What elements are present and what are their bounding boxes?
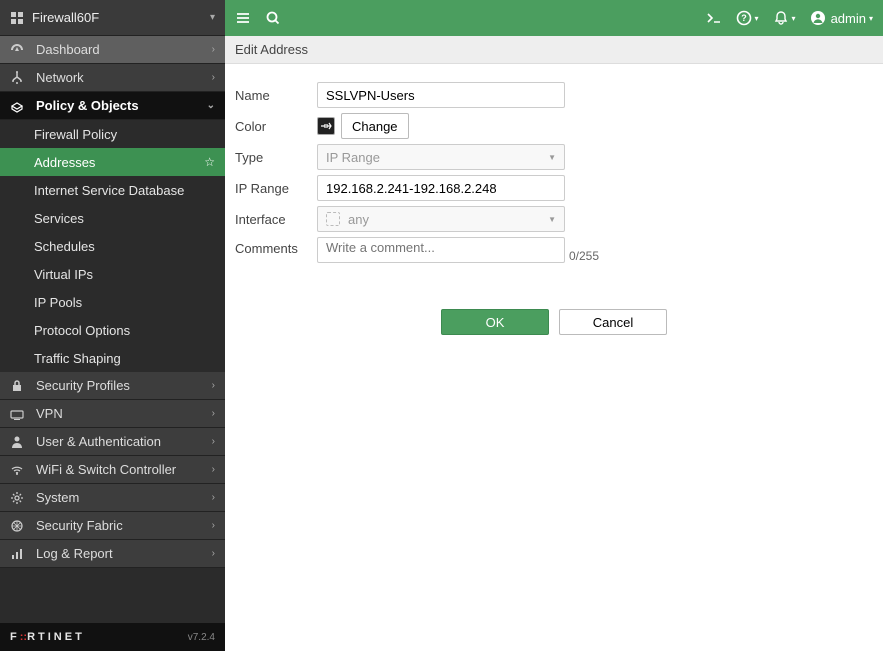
sidebar-sub-isdb[interactable]: Internet Service Database (0, 176, 225, 204)
device-name: Firewall60F (32, 10, 210, 25)
color-label: Color (235, 119, 317, 134)
gear-icon (10, 491, 28, 505)
brand-logo: F::RTINET (10, 631, 85, 643)
sidebar-item-security-fabric[interactable]: Security Fabric › (0, 512, 225, 540)
sidebar-sub-ip-pools[interactable]: IP Pools (0, 288, 225, 316)
page-title: Edit Address (225, 36, 883, 64)
sidebar-sub-services[interactable]: Services (0, 204, 225, 232)
name-label: Name (235, 88, 317, 103)
sidebar-item-log-report[interactable]: Log & Report › (0, 540, 225, 568)
help-icon[interactable]: ? ▾ (736, 10, 759, 26)
search-icon[interactable] (265, 10, 281, 26)
lock-icon (10, 379, 28, 393)
sidebar-sub-virtual-ips[interactable]: Virtual IPs (0, 260, 225, 288)
chevron-right-icon: › (212, 44, 215, 55)
chevron-right-icon: › (212, 436, 215, 447)
topbar: ? ▾ ▾ admin ▾ (225, 0, 883, 36)
iprange-label: IP Range (235, 181, 317, 196)
chevron-down-icon: ⌄ (207, 100, 215, 111)
sidebar-item-system[interactable]: System › (0, 484, 225, 512)
sidebar-item-wifi[interactable]: WiFi & Switch Controller › (0, 456, 225, 484)
sidebar-item-vpn[interactable]: VPN › (0, 400, 225, 428)
wifi-icon (10, 463, 28, 477)
cli-icon[interactable] (706, 10, 722, 26)
sidebar: Firewall60F ▾ Dashboard › Network › Poli… (0, 0, 225, 651)
interface-label: Interface (235, 212, 317, 227)
comments-counter: 0/255 (569, 249, 599, 263)
sidebar-item-network[interactable]: Network › (0, 64, 225, 92)
caret-down-icon: ▾ (792, 14, 796, 23)
sidebar-sub-protocol-options[interactable]: Protocol Options (0, 316, 225, 344)
chevron-right-icon: › (212, 464, 215, 475)
device-selector[interactable]: Firewall60F ▾ (0, 0, 225, 36)
chevron-right-icon: › (212, 548, 215, 559)
cancel-button[interactable]: Cancel (559, 309, 667, 335)
color-swatch (317, 117, 335, 135)
type-label: Type (235, 150, 317, 165)
change-color-button[interactable]: Change (341, 113, 409, 139)
form-content: Name Color Change Type IP Range ▼ IP Ran… (225, 64, 883, 353)
chevron-right-icon: › (212, 492, 215, 503)
admin-menu[interactable]: admin ▾ (810, 10, 873, 26)
type-select[interactable]: IP Range ▼ (317, 144, 565, 170)
star-icon: ☆ (204, 155, 215, 169)
report-icon (10, 547, 28, 561)
menu-icon[interactable] (235, 10, 251, 26)
policy-icon (10, 99, 28, 113)
sidebar-item-dashboard[interactable]: Dashboard › (0, 36, 225, 64)
interface-select[interactable]: any ▼ (317, 206, 565, 232)
sidebar-sub-traffic-shaping[interactable]: Traffic Shaping (0, 344, 225, 372)
comments-label: Comments (235, 237, 317, 256)
sidebar-sub-firewall-policy[interactable]: Firewall Policy (0, 120, 225, 148)
dashboard-icon (10, 43, 28, 57)
chevron-right-icon: › (212, 520, 215, 531)
network-icon (10, 71, 28, 85)
main-area: ? ▾ ▾ admin ▾ Edit Address Name (225, 0, 883, 651)
chevron-right-icon: › (212, 72, 215, 83)
vpn-icon (10, 407, 28, 421)
caret-down-icon: ▾ (755, 14, 759, 23)
caret-down-icon: ▼ (548, 153, 556, 162)
sidebar-sub-addresses[interactable]: Addresses☆ (0, 148, 225, 176)
version-label: v7.2.4 (188, 632, 215, 643)
fabric-icon (10, 519, 28, 533)
svg-text:?: ? (741, 13, 747, 23)
admin-user-label: admin (831, 11, 866, 26)
sidebar-item-security-profiles[interactable]: Security Profiles › (0, 372, 225, 400)
notifications-icon[interactable]: ▾ (773, 10, 796, 26)
caret-down-icon: ▾ (210, 12, 215, 23)
iprange-input[interactable] (317, 175, 565, 201)
device-icon (10, 11, 24, 25)
chevron-right-icon: › (212, 408, 215, 419)
name-input[interactable] (317, 82, 565, 108)
any-icon (326, 212, 340, 226)
sidebar-sub-schedules[interactable]: Schedules (0, 232, 225, 260)
sidebar-footer: F::RTINET v7.2.4 (0, 623, 225, 651)
chevron-right-icon: › (212, 380, 215, 391)
comments-input[interactable] (317, 237, 565, 263)
caret-down-icon: ▼ (548, 215, 556, 224)
user-icon (10, 435, 28, 449)
ok-button[interactable]: OK (441, 309, 549, 335)
sidebar-item-policy-objects[interactable]: Policy & Objects ⌄ (0, 92, 225, 120)
sidebar-item-user-auth[interactable]: User & Authentication › (0, 428, 225, 456)
caret-down-icon: ▾ (869, 14, 873, 23)
